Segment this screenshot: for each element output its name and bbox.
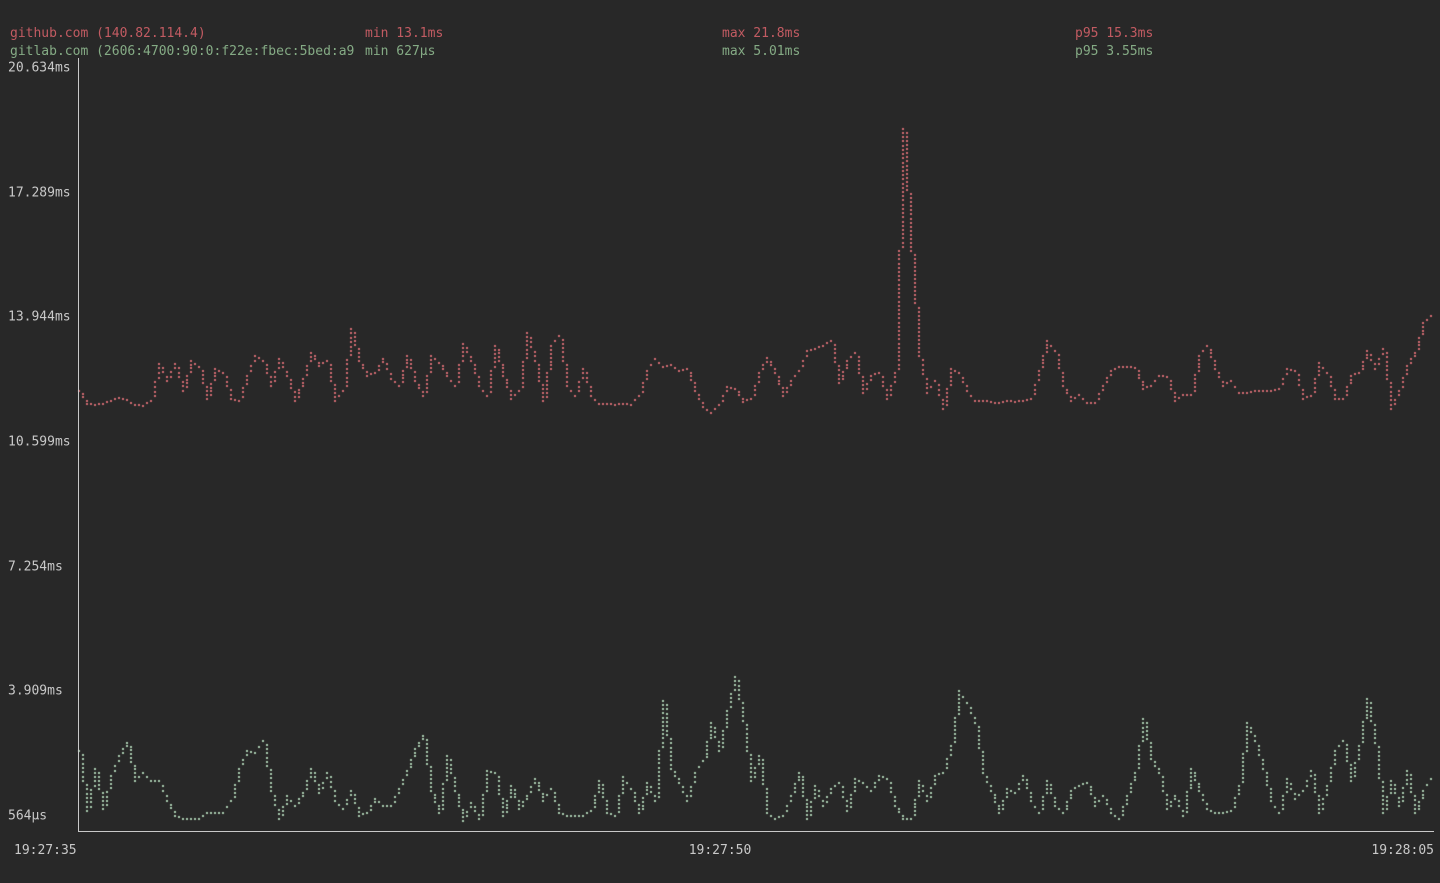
p95-stat: p95 3.55ms (1075, 43, 1153, 61)
y-tick-label: 17.289ms (8, 185, 71, 200)
y-axis-line (78, 58, 79, 832)
y-tick-label: 564µs (8, 809, 47, 824)
x-tick-label: 19:28:05 (1371, 843, 1434, 858)
x-tick-label: 19:27:35 (14, 843, 77, 858)
max-stat: max 5.01ms (722, 43, 800, 61)
y-tick-label: 13.944ms (8, 310, 71, 325)
host-label: github.com (140.82.114.4) (10, 25, 206, 43)
y-tick-label: 20.634ms (8, 61, 71, 76)
x-axis-line (78, 831, 1434, 832)
y-tick-label: 3.909ms (8, 684, 63, 699)
min-stat: min 627µs (365, 43, 435, 61)
latency-chart-canvas (0, 0, 1440, 883)
max-stat: max 21.8ms (722, 25, 800, 43)
min-stat: min 13.1ms (365, 25, 443, 43)
host-label: gitlab.com (2606:4700:90:0:f22e:fbec:5be… (10, 43, 354, 61)
p95-stat: p95 15.3ms (1075, 25, 1153, 43)
x-tick-label: 19:27:50 (689, 843, 752, 858)
y-tick-label: 7.254ms (8, 559, 63, 574)
ping-chart-screen: { "colors": { "background": "#282828", "… (0, 0, 1440, 883)
y-tick-label: 10.599ms (8, 435, 71, 450)
